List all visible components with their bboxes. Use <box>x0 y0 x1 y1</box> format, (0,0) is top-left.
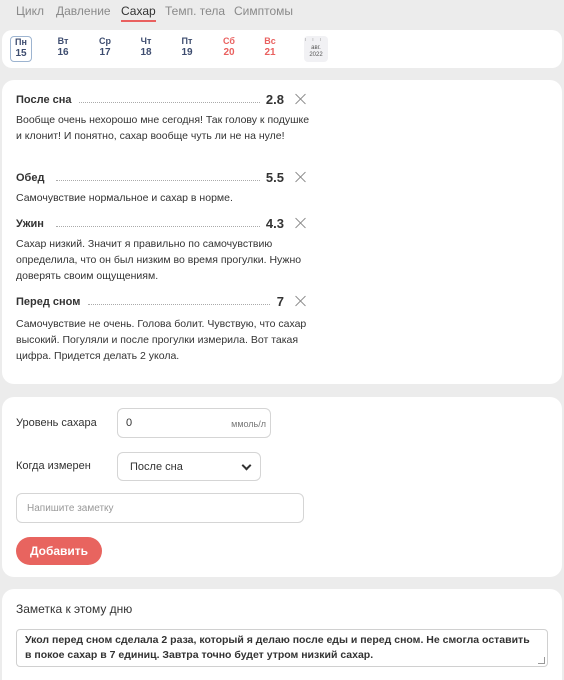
day-date: 16 <box>57 47 69 58</box>
day-note-card: Заметка к этому дню Укол перед сном сдел… <box>2 589 562 680</box>
day-name: Чт <box>140 36 152 46</box>
dotted-leader <box>56 226 278 227</box>
entry-value: 5.5 <box>259 170 284 185</box>
day-name: Ср <box>99 36 111 46</box>
day-date: 18 <box>140 47 152 58</box>
sugar-entries-card: После сна 2.8 Вообще очень нехорошо мне … <box>2 80 562 384</box>
day-note-text: Укол перед сном сделала 2 раза, который … <box>25 634 530 661</box>
day-name: Вт <box>57 36 69 46</box>
tab-cycle[interactable]: Цикл <box>16 4 44 18</box>
day-name: Сб <box>223 36 235 46</box>
day-sun[interactable]: Вс 21 <box>259 36 281 62</box>
tab-body-temp[interactable]: Темп. тела <box>165 4 225 18</box>
sugar-level-input[interactable]: 0 ммоль/л <box>117 408 271 438</box>
entry-name: Ужин <box>16 218 50 230</box>
dotted-leader <box>56 180 278 181</box>
sugar-level-value: 0 <box>126 417 133 429</box>
measured-when-select[interactable]: После сна <box>117 452 261 481</box>
entry-header: Перед сном 7 <box>16 294 308 311</box>
tab-symptoms[interactable]: Симптомы <box>234 4 293 18</box>
close-icon[interactable] <box>294 92 308 106</box>
close-icon[interactable] <box>294 170 308 184</box>
entry-text: Сахар низкий. Значит я правильно по само… <box>16 238 302 282</box>
day-sat[interactable]: Сб 20 <box>218 36 240 62</box>
entry-value: 4.3 <box>259 216 284 231</box>
close-icon[interactable] <box>294 216 308 230</box>
entry-value: 2.8 <box>259 92 284 107</box>
entry-name: После сна <box>16 94 78 106</box>
day-wed[interactable]: Ср 17 <box>94 36 116 62</box>
note-placeholder: Напишите заметку <box>27 503 114 514</box>
entry-header: Ужин 4.3 <box>16 216 308 233</box>
entry-name: Перед сном <box>16 296 87 308</box>
calendar-icon[interactable]: ııı авг. 2022 <box>304 36 328 62</box>
day-date: 15 <box>15 48 27 59</box>
day-thu[interactable]: Чт 18 <box>135 36 157 62</box>
close-icon[interactable] <box>294 294 308 308</box>
day-tue[interactable]: Вт 16 <box>52 36 74 62</box>
entry-text: Вообще очень нехорошо мне сегодня! Так г… <box>16 114 310 142</box>
day-date: 20 <box>223 47 235 58</box>
calendar-month: авг. <box>311 45 321 51</box>
note-input[interactable]: Напишите заметку <box>16 493 304 523</box>
calendar-year: 2022 <box>309 52 323 58</box>
day-note-textarea[interactable]: Укол перед сном сделала 2 раза, который … <box>16 629 548 667</box>
dotted-leader <box>76 102 278 103</box>
resize-handle-icon[interactable] <box>538 657 545 664</box>
chevron-down-icon <box>241 460 252 471</box>
sugar-level-label: Уровень сахара <box>16 417 97 429</box>
measured-when-value: После сна <box>130 461 183 473</box>
day-name: Пн <box>15 37 27 47</box>
day-note-title: Заметка к этому дню <box>16 602 133 616</box>
day-name: Вс <box>264 36 276 46</box>
day-date: 19 <box>181 47 193 58</box>
calendar-rings: ııı <box>304 37 328 43</box>
day-name: Пт <box>181 36 193 46</box>
entry-text: Самочувствие не очень. Голова болит. Чув… <box>16 318 307 362</box>
day-fri[interactable]: Пт 19 <box>176 36 198 62</box>
day-mon[interactable]: Пн 15 <box>10 36 32 62</box>
day-date: 21 <box>264 47 276 58</box>
week-selector: Пн 15 Вт 16 Ср 17 Чт 18 Пт 19 Сб 20 Вс 2… <box>2 30 562 68</box>
dotted-leader <box>88 304 278 305</box>
entry-header: Обед 5.5 <box>16 170 308 187</box>
add-sugar-form: Уровень сахара 0 ммоль/л Когда измерен П… <box>2 397 562 577</box>
entry-text: Самочувствие нормальное и сахар в норме. <box>16 192 233 204</box>
entry-header: После сна 2.8 <box>16 92 308 109</box>
measured-when-label: Когда измерен <box>16 460 91 472</box>
day-date: 17 <box>99 47 111 58</box>
entry-name: Обед <box>16 172 51 184</box>
tab-pressure[interactable]: Давление <box>56 4 111 18</box>
tab-sugar[interactable]: Сахар <box>121 4 156 22</box>
sugar-level-unit: ммоль/л <box>231 419 266 429</box>
entry-value: 7 <box>270 294 284 309</box>
section-tabs: Цикл Давление Сахар Темп. тела Симптомы <box>0 0 564 26</box>
add-button[interactable]: Добавить <box>16 537 102 565</box>
